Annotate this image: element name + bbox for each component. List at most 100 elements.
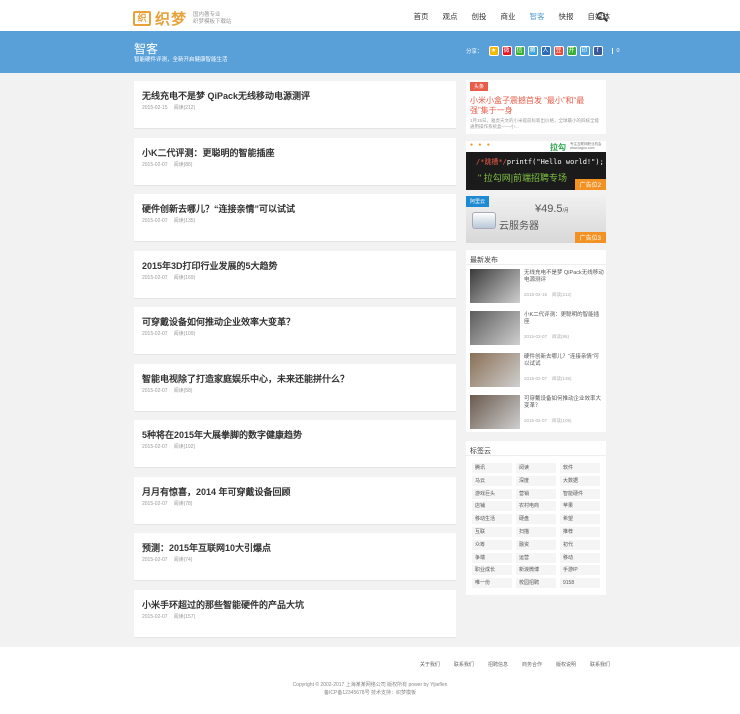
kaixin-icon[interactable]: 开 bbox=[566, 46, 577, 56]
tag-item[interactable]: 智能硬件 bbox=[560, 488, 600, 499]
nav-item-business[interactable]: 商业 bbox=[501, 11, 516, 22]
recent-thumbnail[interactable] bbox=[470, 395, 520, 429]
slogan-line: 国内著专业 bbox=[193, 11, 221, 18]
article-card[interactable]: 智能电视除了打造家庭娱乐中心，未来还能拼什么？ 2015-02-07 阅读(58) bbox=[134, 363, 456, 412]
article-meta: 2015-02-07 阅读(135) bbox=[142, 217, 195, 224]
recent-date: 2015-02-07 bbox=[524, 334, 548, 339]
article-title[interactable]: 2015年3D打印行业发展的5大趋势 bbox=[142, 259, 278, 272]
headline-widget[interactable]: 头条 小米小盒子震撼首发 “最小”和“最强”集于一身 1月15日，雅虎天文的小米… bbox=[466, 80, 606, 134]
facebook-icon[interactable]: f bbox=[592, 46, 603, 56]
tag-item[interactable]: 推荐 bbox=[560, 527, 600, 537]
article-title[interactable]: 预测：2015年互联网10大引爆点 bbox=[142, 541, 271, 554]
search-icon[interactable] bbox=[597, 12, 605, 20]
tag-item[interactable]: 唯一份 bbox=[472, 578, 512, 589]
article-title[interactable]: 可穿戴设备如何推动企业效率大变革？ bbox=[142, 315, 295, 328]
article-title[interactable]: 月月有惊喜，2014 年可穿戴设备回顾 bbox=[142, 485, 291, 498]
tag-item[interactable]: 腾讯 bbox=[472, 463, 512, 473]
douban-icon[interactable]: 豆 bbox=[553, 46, 564, 56]
article-card[interactable]: 月月有惊喜，2014 年可穿戴设备回顾 2015-02-07 阅读(78) bbox=[134, 476, 456, 525]
tag-item[interactable]: 农村电商 bbox=[516, 501, 556, 512]
recent-title[interactable]: 无线充电不是梦 QiPack无线移动电源测评 bbox=[524, 270, 604, 284]
tag-item[interactable]: 营销 bbox=[516, 488, 556, 499]
tag-item[interactable]: 软件 bbox=[560, 463, 600, 473]
wechat-icon[interactable]: 信 bbox=[514, 46, 525, 56]
article-title[interactable]: 5种将在2015年大展拳脚的数字健康趋势 bbox=[142, 428, 302, 441]
nav-item-home[interactable]: 首页 bbox=[414, 11, 429, 22]
footer-link[interactable]: 招聘信息 bbox=[488, 661, 508, 668]
ad-slot-2[interactable]: ● ● ● 拉勾 专注互联网职业机会 www.lagou.com /*跳槽*/p… bbox=[466, 141, 606, 190]
recent-title[interactable]: 硬件创新去哪儿？“连接亲情”可以试试 bbox=[524, 354, 604, 368]
tag-item[interactable]: 扫描 bbox=[516, 527, 556, 537]
nav-item-news[interactable]: 快报 bbox=[559, 11, 574, 22]
tag-item[interactable]: 苹果 bbox=[560, 501, 600, 512]
recent-item[interactable]: 可穿戴设备如何推动企业效率大变革？ 2015-02-07 阅读(109) bbox=[470, 395, 604, 431]
recent-item[interactable]: 小K二代评测：更聪明的智能插座 2015-02-07 阅读(86) bbox=[470, 311, 604, 347]
tag-item[interactable]: 手游IP bbox=[560, 565, 600, 576]
article-title[interactable]: 无线充电不是梦 QiPack无线移动电源测评 bbox=[142, 89, 310, 102]
article-title[interactable]: 小米手环超过的那些智能硬件的产品大坑 bbox=[142, 598, 304, 611]
article-card[interactable]: 小K二代评测：更聪明的智能插座 2015-02-07 阅读(86) bbox=[134, 137, 456, 186]
nav-item-opinion[interactable]: 观点 bbox=[443, 11, 458, 22]
tag-item[interactable]: 店铺 bbox=[472, 501, 512, 512]
article-card[interactable]: 小米手环超过的那些智能硬件的产品大坑 2015-02-07 阅读(157) bbox=[134, 589, 456, 638]
tag-item[interactable]: 众筹 bbox=[472, 539, 512, 550]
tag-item[interactable]: 初代 bbox=[560, 539, 600, 550]
ad-brand-url: www.lagou.com bbox=[570, 146, 595, 150]
qzone-icon[interactable]: ★ bbox=[488, 46, 499, 56]
tencent-weibo-icon[interactable]: 腾 bbox=[527, 46, 538, 56]
nav-item-venture[interactable]: 创投 bbox=[472, 11, 487, 22]
tag-item[interactable]: 希望 bbox=[560, 514, 600, 525]
article-title[interactable]: 硬件创新去哪儿？“连接亲情”可以试试 bbox=[142, 202, 295, 215]
tag-item[interactable]: 9158 bbox=[560, 578, 600, 589]
tag-item[interactable]: 硬盘 bbox=[516, 514, 556, 525]
article-meta: 2015-02-07 阅读(74) bbox=[142, 556, 192, 563]
tag-item[interactable]: 校园招聘 bbox=[516, 578, 556, 589]
recent-thumbnail[interactable] bbox=[470, 311, 520, 345]
print-icon[interactable]: 印 bbox=[579, 46, 590, 56]
tag-item[interactable]: 职业成长 bbox=[472, 565, 512, 576]
article-card[interactable]: 2015年3D打印行业发展的5大趋势 2015-02-07 阅读(169) bbox=[134, 250, 456, 299]
ad-label: 广告位2 bbox=[574, 179, 606, 190]
recent-thumbnail[interactable] bbox=[470, 353, 520, 387]
tag-item[interactable]: 新浪微博 bbox=[516, 565, 556, 576]
tag-item[interactable]: 争端 bbox=[472, 552, 512, 563]
article-card[interactable]: 可穿戴设备如何推动企业效率大变革？ 2015-02-07 阅读(109) bbox=[134, 307, 456, 355]
recent-item[interactable]: 无线充电不是梦 QiPack无线移动电源测评 2015-02-15 阅读(212) bbox=[470, 269, 604, 305]
tag-item[interactable]: 移动生活 bbox=[472, 514, 512, 525]
site-logo[interactable]: 织 织梦 国内著专业 织梦模板下载站 bbox=[133, 8, 245, 29]
article-card[interactable]: 无线充电不是梦 QiPack无线移动电源测评 2015-02-15 阅读(212) bbox=[134, 81, 456, 129]
tag-item[interactable]: 马云 bbox=[472, 475, 512, 486]
tag-item[interactable]: 融资 bbox=[516, 539, 556, 550]
footer-link[interactable]: 关于我们 bbox=[420, 661, 440, 668]
weibo-icon[interactable]: 微 bbox=[501, 46, 512, 56]
tag-item[interactable]: 游戏巨头 bbox=[472, 488, 512, 499]
headline-title[interactable]: 小米小盒子震撼首发 “最小”和“最强”集于一身 bbox=[470, 96, 602, 116]
recent-item[interactable]: 硬件创新去哪儿？“连接亲情”可以试试 2015-02-07 阅读(135) bbox=[470, 353, 604, 389]
ad-product: 云服务器 bbox=[499, 221, 539, 232]
footer-link[interactable]: 版权说明 bbox=[556, 661, 576, 668]
tag-item[interactable]: 移动 bbox=[560, 552, 600, 563]
tag-item[interactable]: 互联 bbox=[472, 527, 512, 537]
article-card[interactable]: 5种将在2015年大展拳脚的数字健康趋势 2015-02-07 阅读(192) bbox=[134, 420, 456, 468]
tag-item[interactable]: 运营 bbox=[516, 552, 556, 563]
tag-item[interactable]: 大数据 bbox=[560, 475, 600, 486]
ad-label: 广告位3 bbox=[574, 232, 606, 243]
recent-title[interactable]: 小K二代评测：更聪明的智能插座 bbox=[524, 312, 604, 326]
tag-item[interactable]: 深度 bbox=[516, 475, 556, 486]
recent-thumbnail[interactable] bbox=[470, 269, 520, 303]
article-title[interactable]: 小K二代评测：更聪明的智能插座 bbox=[142, 146, 275, 159]
footer-link[interactable]: 商务合作 bbox=[522, 661, 542, 668]
nav-item-smart[interactable]: 智客 bbox=[530, 11, 545, 22]
footer-link[interactable]: 联系我们 bbox=[454, 661, 474, 668]
footer-link[interactable]: 联系我们 bbox=[590, 661, 610, 668]
copyright: Copyright © 2002-2017 上海某某网络公司 版权所有 powe… bbox=[292, 682, 448, 688]
ad-slot-3[interactable]: 阿里云 ¥49.5/月 云服务器 广告位3 bbox=[466, 196, 606, 243]
tag-item[interactable]: 阅读 bbox=[516, 463, 556, 473]
article-card[interactable]: 硬件创新去哪儿？“连接亲情”可以试试 2015-02-07 阅读(135) bbox=[134, 194, 456, 242]
article-title[interactable]: 智能电视除了打造家庭娱乐中心，未来还能拼什么？ bbox=[142, 372, 349, 385]
recent-views: 阅读(135) bbox=[552, 376, 572, 381]
article-card[interactable]: 预测：2015年互联网10大引爆点 2015-02-07 阅读(74) bbox=[134, 533, 456, 581]
recent-title[interactable]: 可穿戴设备如何推动企业效率大变革？ bbox=[524, 396, 604, 410]
renren-icon[interactable]: 人 bbox=[540, 46, 551, 56]
recent-views: 阅读(86) bbox=[552, 334, 570, 339]
